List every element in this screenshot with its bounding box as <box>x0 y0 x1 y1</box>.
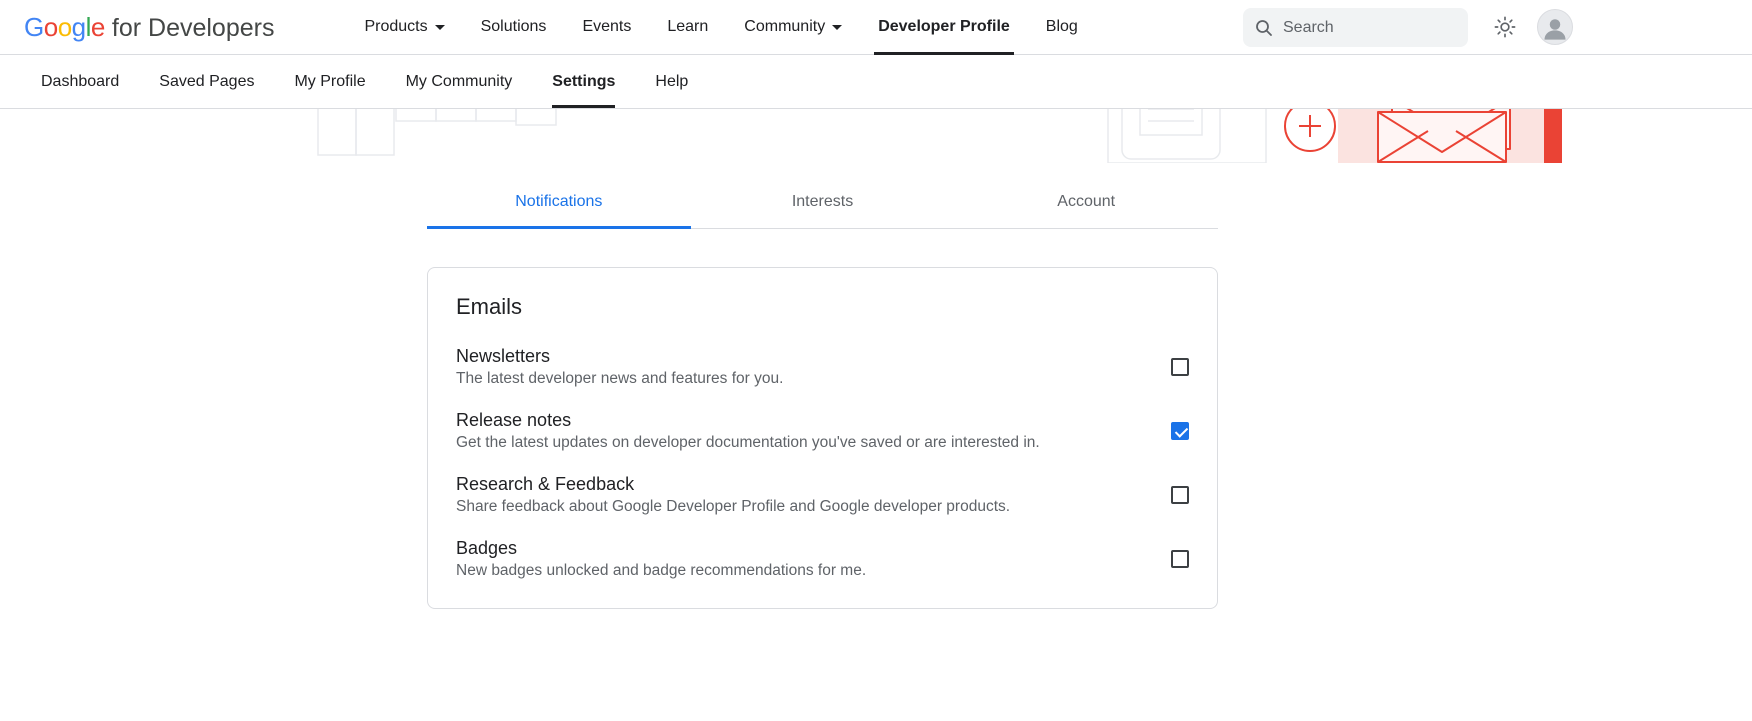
nav-label: Blog <box>1046 18 1078 36</box>
chevron-down-icon <box>832 25 842 30</box>
subnav-item-dashboard[interactable]: Dashboard <box>21 55 139 108</box>
nav-item-developer-profile[interactable]: Developer Profile <box>860 0 1028 55</box>
nav-item-products[interactable]: Products <box>346 0 462 55</box>
chevron-down-icon <box>435 25 445 30</box>
subnav-label: Settings <box>552 73 615 91</box>
pref-description: The latest developer news and features f… <box>456 370 783 388</box>
logo-letter: e <box>91 12 105 43</box>
tab-interests[interactable]: Interests <box>691 179 955 228</box>
pref-description: New badges unlocked and badge recommenda… <box>456 562 866 580</box>
pref-row-research-feedback: Research & Feedback Share feedback about… <box>456 474 1189 516</box>
sun-icon <box>1494 16 1516 38</box>
subnav-item-settings[interactable]: Settings <box>532 55 635 108</box>
subnav-item-saved-pages[interactable]: Saved Pages <box>139 55 274 108</box>
logo-suffix: for Developers <box>112 14 275 43</box>
pref-row-release-notes: Release notes Get the latest updates on … <box>456 410 1189 452</box>
badges-checkbox[interactable] <box>1171 550 1189 568</box>
nav-item-community[interactable]: Community <box>726 0 860 55</box>
release-notes-checkbox[interactable] <box>1171 422 1189 440</box>
search-icon <box>1255 19 1273 37</box>
research-feedback-checkbox[interactable] <box>1171 486 1189 504</box>
subnav-label: Help <box>655 73 688 91</box>
nav-label: Learn <box>667 18 708 36</box>
newsletters-checkbox[interactable] <box>1171 358 1189 376</box>
pref-text: Release notes Get the latest updates on … <box>456 410 1040 452</box>
pref-row-newsletters: Newsletters The latest developer news an… <box>456 346 1189 388</box>
emails-card: Emails Newsletters The latest developer … <box>427 267 1218 609</box>
pref-row-badges: Badges New badges unlocked and badge rec… <box>456 538 1189 580</box>
search-placeholder: Search <box>1283 19 1334 37</box>
nav-label: Developer Profile <box>878 18 1010 36</box>
logo-letter: g <box>72 12 86 43</box>
subnav-item-help[interactable]: Help <box>635 55 708 108</box>
nav-item-solutions[interactable]: Solutions <box>463 0 565 55</box>
nav-item-events[interactable]: Events <box>564 0 649 55</box>
pref-text: Newsletters The latest developer news an… <box>456 346 783 388</box>
main-nav: Products Solutions Events Learn Communit… <box>346 0 1095 55</box>
banner-artwork <box>0 109 1752 163</box>
settings-tabs: Notifications Interests Account <box>427 179 1218 229</box>
pref-title: Research & Feedback <box>456 474 1010 495</box>
nav-label: Events <box>582 18 631 36</box>
logo-letter: o <box>44 12 58 43</box>
pref-text: Badges New badges unlocked and badge rec… <box>456 538 866 580</box>
pref-description: Get the latest updates on developer docu… <box>456 434 1040 452</box>
profile-sub-nav: Dashboard Saved Pages My Profile My Comm… <box>0 55 1752 109</box>
tab-notifications[interactable]: Notifications <box>427 179 691 228</box>
pref-title: Badges <box>456 538 866 559</box>
search-input[interactable]: Search <box>1243 8 1468 47</box>
subnav-label: My Community <box>406 73 513 91</box>
pref-title: Release notes <box>456 410 1040 431</box>
pref-description: Share feedback about Google Developer Pr… <box>456 498 1010 516</box>
subnav-item-my-community[interactable]: My Community <box>386 55 533 108</box>
nav-label: Products <box>364 18 427 36</box>
top-header: Google for Developers Products Solutions… <box>0 0 1752 55</box>
subnav-item-my-profile[interactable]: My Profile <box>274 55 385 108</box>
person-icon <box>1541 14 1569 42</box>
tab-account[interactable]: Account <box>954 179 1218 228</box>
logo-letter: G <box>24 12 44 43</box>
pref-text: Research & Feedback Share feedback about… <box>456 474 1010 516</box>
nav-item-learn[interactable]: Learn <box>649 0 726 55</box>
subnav-label: Dashboard <box>41 73 119 91</box>
nav-label: Community <box>744 18 825 36</box>
google-developers-logo[interactable]: Google for Developers <box>24 12 274 43</box>
logo-letter: o <box>58 12 72 43</box>
subnav-label: My Profile <box>294 73 365 91</box>
avatar[interactable] <box>1537 9 1573 45</box>
banner-illustration <box>0 109 1752 163</box>
theme-toggle-button[interactable] <box>1492 14 1518 40</box>
pref-title: Newsletters <box>456 346 783 367</box>
nav-label: Solutions <box>481 18 547 36</box>
nav-item-blog[interactable]: Blog <box>1028 0 1096 55</box>
subnav-label: Saved Pages <box>159 73 254 91</box>
card-title: Emails <box>456 294 1189 320</box>
